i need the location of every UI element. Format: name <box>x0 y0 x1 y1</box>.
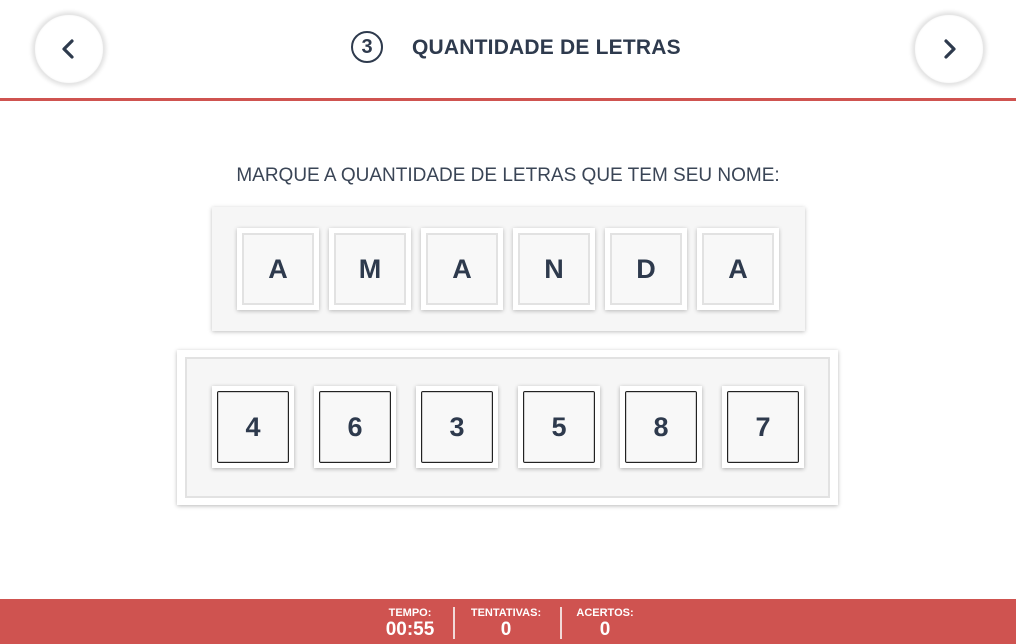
stat-divider <box>453 607 455 639</box>
time-value: 00:55 <box>385 619 435 640</box>
attempts-label: TENTATIVAS: <box>470 607 542 619</box>
instruction-text: MARQUE A QUANTIDADE DE LETRAS QUE TEM SE… <box>236 165 780 186</box>
time-stat: TEMPO: 00:55 <box>380 607 440 641</box>
number-option-button[interactable]: 7 <box>722 386 804 468</box>
hits-stat: ACERTOS: 0 <box>574 607 636 641</box>
number-option-button[interactable]: 4 <box>212 386 294 468</box>
number-option-label: 8 <box>625 391 697 463</box>
attempts-value: 0 <box>500 619 512 640</box>
letter-card: N <box>513 228 595 310</box>
letter-card: M <box>329 228 411 310</box>
step-number-badge: 3 <box>351 31 383 63</box>
letter-text: A <box>702 233 774 305</box>
attempts-stat: TENTATIVAS: 0 <box>466 607 546 641</box>
number-option-button[interactable]: 5 <box>518 386 600 468</box>
stat-divider <box>560 607 562 639</box>
next-button[interactable] <box>914 14 984 84</box>
number-option-label: 7 <box>727 391 799 463</box>
letter-text: A <box>426 233 498 305</box>
page-title: QUANTIDADE DE LETRAS <box>412 36 681 59</box>
time-label: TEMPO: <box>388 607 432 619</box>
hits-label: ACERTOS: <box>576 607 634 619</box>
header-bar: 3 QUANTIDADE DE LETRAS <box>0 0 1016 101</box>
previous-button[interactable] <box>34 14 104 84</box>
letter-text: N <box>518 233 590 305</box>
number-option-label: 4 <box>217 391 289 463</box>
number-option-button[interactable]: 3 <box>416 386 498 468</box>
letter-card: D <box>605 228 687 310</box>
hits-value: 0 <box>599 619 611 640</box>
number-option-label: 5 <box>523 391 595 463</box>
letter-text: D <box>610 233 682 305</box>
footer-stats-bar: TEMPO: 00:55 TENTATIVAS: 0 ACERTOS: 0 <box>0 599 1016 644</box>
chevron-right-icon <box>944 39 956 59</box>
chevron-left-icon <box>62 39 74 59</box>
number-option-label: 3 <box>421 391 493 463</box>
number-option-button[interactable]: 6 <box>314 386 396 468</box>
name-letters-panel: A M A N D A <box>212 207 805 331</box>
number-option-label: 6 <box>319 391 391 463</box>
letter-text: A <box>242 233 314 305</box>
letter-text: M <box>334 233 406 305</box>
number-option-button[interactable]: 8 <box>620 386 702 468</box>
letter-card: A <box>421 228 503 310</box>
letter-card: A <box>697 228 779 310</box>
letter-card: A <box>237 228 319 310</box>
